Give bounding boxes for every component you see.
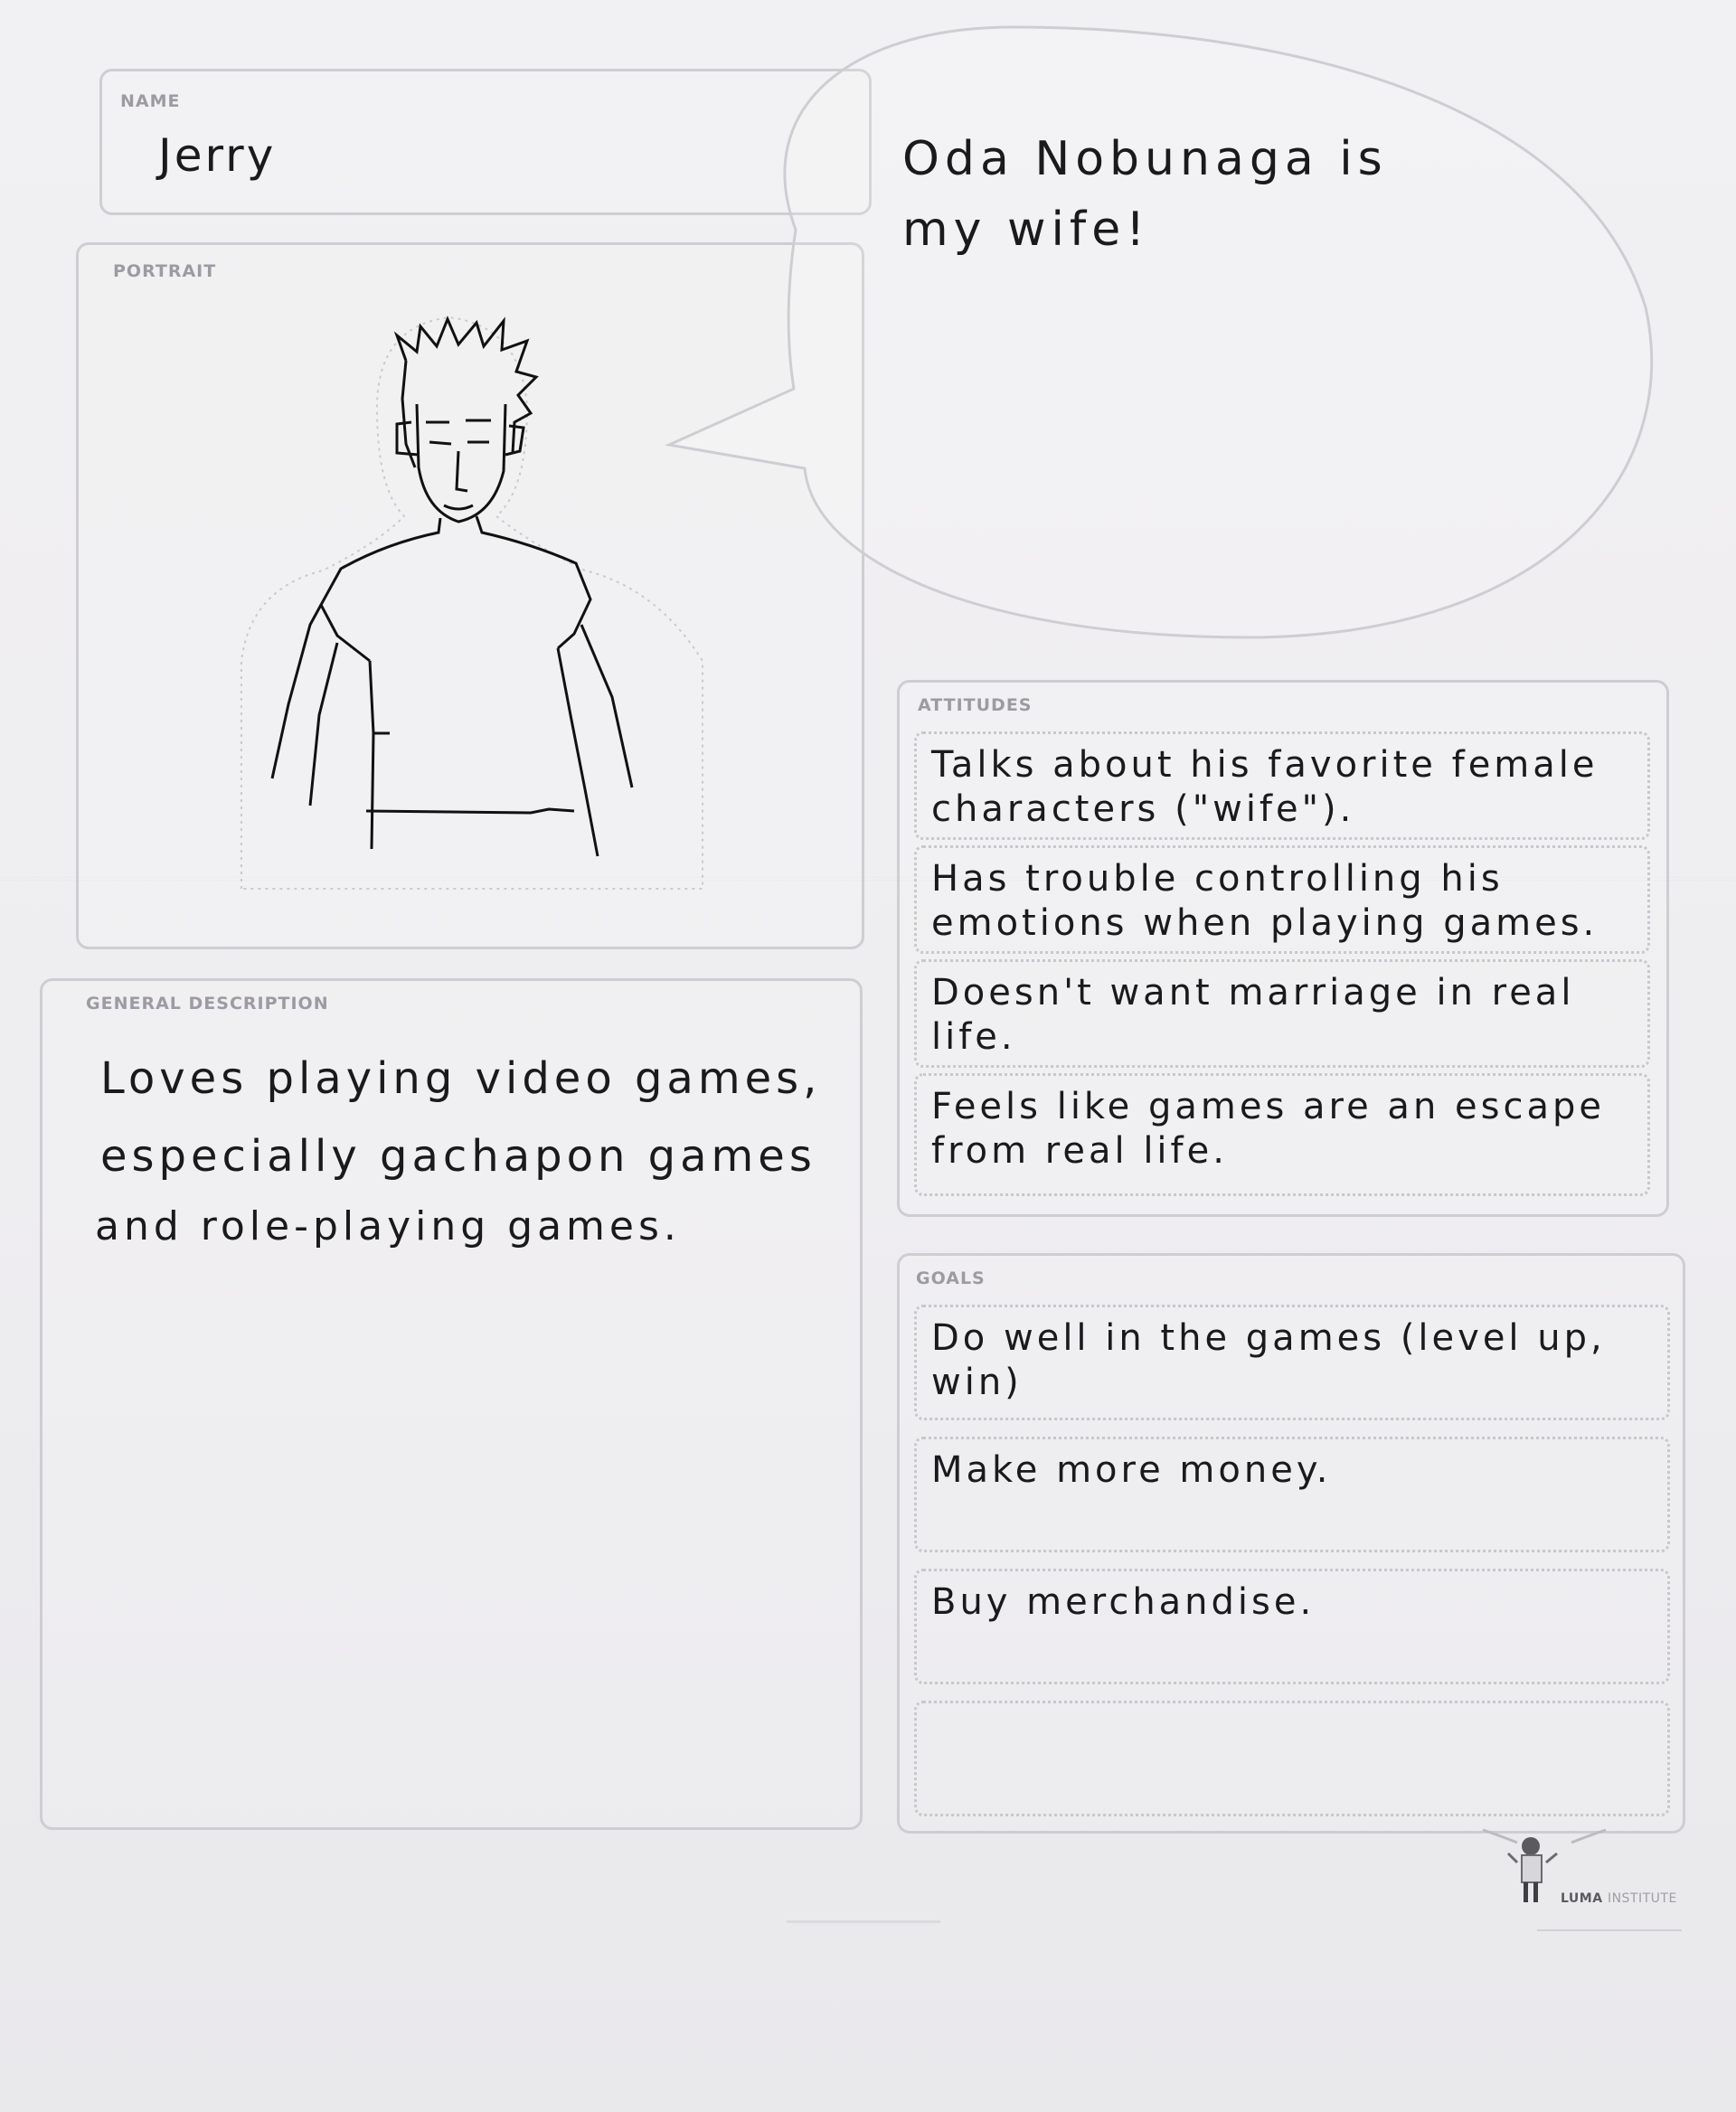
attitude-item: Talks about his favorite female characte… <box>914 731 1650 840</box>
general-description-panel: GENERAL DESCRIPTION Loves playing video … <box>40 978 863 1830</box>
attitude-item: Feels like games are an escape from real… <box>914 1073 1650 1196</box>
quote-line-1: Oda Nobunaga is <box>902 132 1388 186</box>
description-line-3: and role-playing games. <box>95 1203 681 1249</box>
goals-label: GOALS <box>916 1268 986 1288</box>
attitudes-panel: ATTITUDES Talks about his favorite femal… <box>897 680 1669 1217</box>
goal-item <box>914 1701 1670 1816</box>
footer-rule <box>1537 1929 1682 1931</box>
goal-item: Make more money. <box>914 1437 1670 1552</box>
general-description-label: GENERAL DESCRIPTION <box>86 994 329 1014</box>
attitude-item: Doesn't want marriage in real life. <box>914 959 1650 1068</box>
goal-item: Buy merchandise. <box>914 1569 1670 1684</box>
luma-institute-wordmark: LUMA INSTITUTE <box>1561 1891 1677 1906</box>
description-line-1: Loves playing video games, <box>100 1053 822 1104</box>
description-line-2: especially gachapon games <box>100 1131 816 1182</box>
attitudes-label: ATTITUDES <box>918 695 1033 715</box>
speech-bubble-outline <box>664 25 1654 639</box>
goals-panel: GOALS Do well in the games (level up, wi… <box>897 1253 1685 1834</box>
speech-bubble <box>664 25 1654 639</box>
quote-line-2: my wife! <box>902 203 1151 257</box>
page-bottom-mark <box>787 1920 940 1923</box>
attitude-item: Has trouble controlling his emotions whe… <box>914 845 1650 954</box>
goal-item: Do well in the games (level up, win) <box>914 1305 1670 1420</box>
